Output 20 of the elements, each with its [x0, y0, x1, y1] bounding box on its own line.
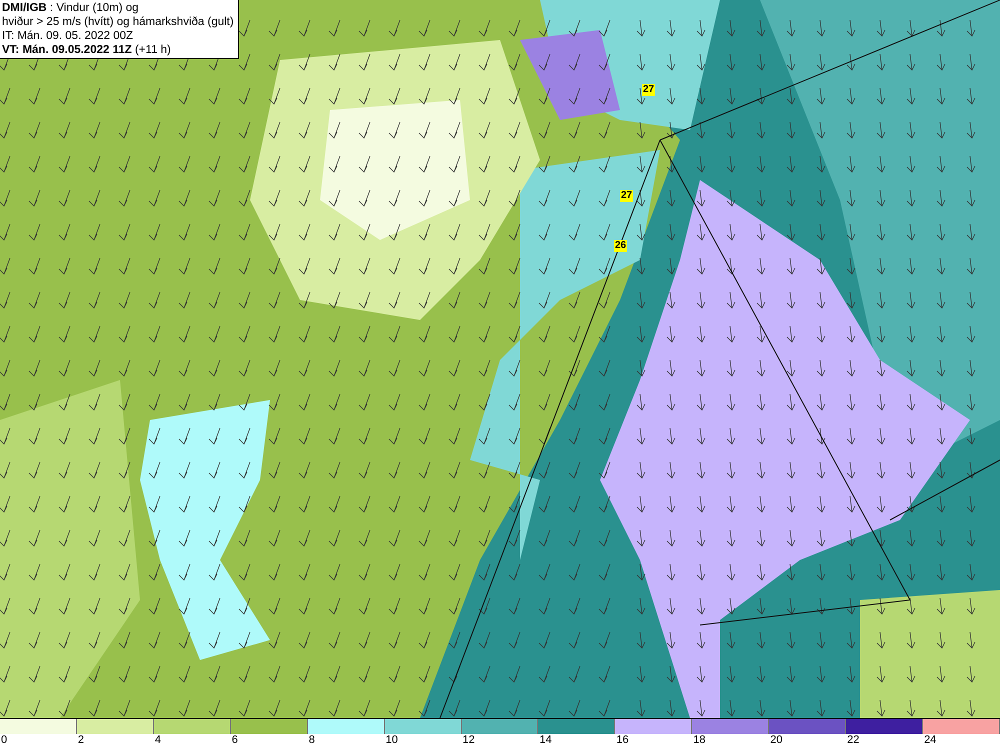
gust-label: 27	[620, 190, 634, 202]
legend-tick-label: 8	[308, 734, 316, 747]
legend-tick-label: 10	[384, 734, 399, 747]
legend-tick-label: 18	[692, 734, 707, 747]
header-text: hviður > 25 m/s (hvítt) og hámarkshviða (gult)	[2, 15, 235, 29]
gust-label: 27	[642, 84, 656, 96]
legend-tick-label: 14	[538, 734, 553, 747]
legend-tick-label: 6	[230, 734, 239, 747]
legend-tick-label: 2	[76, 734, 86, 747]
legend-tick-label: 20	[769, 734, 784, 747]
gust-label: 26	[614, 240, 628, 252]
legend-tick-label: 4	[154, 734, 162, 747]
header-text: IT: Mán. 09. 05. 2022 00Z	[2, 29, 134, 43]
legend-tick-label: 12	[462, 734, 476, 747]
legend-tick-label: 16	[615, 734, 630, 747]
legend-tick-label: 24	[923, 734, 938, 747]
header-text: DMI/IGB : Vindur (10m) og	[2, 1, 140, 15]
legend-tick-label: 22	[846, 734, 860, 747]
legend-tick-label: 0	[0, 734, 8, 747]
header-text: VT: Mán. 09.05.2022 11Z (+11 h)	[2, 43, 172, 57]
